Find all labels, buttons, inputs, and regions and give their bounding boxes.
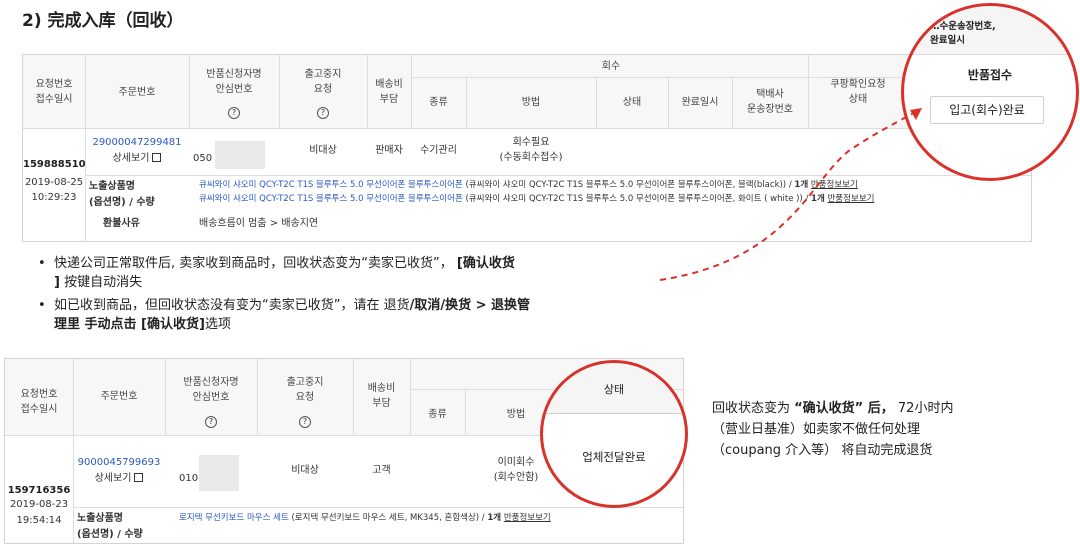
header-shipping-fee: 배송비 부담	[375, 79, 403, 105]
bullet-dot: •	[38, 298, 46, 313]
masked-phone	[215, 141, 265, 169]
request-date: 2019-08-23	[9, 499, 69, 510]
dashed-arrow	[659, 108, 922, 281]
bullet-dot: •	[38, 256, 46, 271]
header-stop-request: 출고중지 요청	[304, 69, 342, 95]
receive-complete-button[interactable]: 입고(회수)완료	[930, 96, 1044, 124]
zoom-header: …수운송장번호, 완료일시	[930, 21, 996, 46]
bullet-item-2: 如已收到商品，但回收状态没有变为“卖家已收货”，请在 退货/取消/换货 > 退换…	[54, 298, 531, 332]
recovery-type: 수기관리	[420, 145, 457, 156]
request-time: 10:29:23	[31, 192, 77, 203]
product-name-link[interactable]: 큐씨와이 샤오미 QCY-T2C T1S 블루투스 5.0 무선이어폰 블루투스…	[199, 180, 463, 190]
header-order-no: 주문번호	[100, 391, 138, 402]
header-order-no: 주문번호	[118, 87, 156, 98]
shipping-payer: 고객	[372, 465, 391, 476]
page-title: 2) 完成入库（回收）	[22, 11, 184, 31]
masked-phone	[199, 455, 239, 491]
refund-reason-label: 환불사유	[103, 218, 140, 229]
product-row: 로지텍 무선키보드 마우스 세트 (로지텍 무선키보드 마우스 세트, MK34…	[179, 513, 551, 523]
header-status: 상태	[603, 383, 625, 396]
product-label: 노출상품명 (옵션명) / 수량	[89, 181, 155, 208]
stop-value: 비대상	[291, 465, 319, 476]
help-icon[interactable]: ?	[317, 100, 329, 119]
request-time: 19:54:14	[16, 515, 62, 526]
order-number-link[interactable]: 29000047299481	[85, 135, 189, 150]
external-link-icon	[152, 153, 162, 162]
help-icon[interactable]: ?	[299, 409, 311, 428]
status-value: 업체전달완료	[582, 450, 646, 464]
header-applicant: 반품신청자명 안심번호	[206, 69, 262, 95]
help-icon[interactable]: ?	[205, 409, 217, 428]
header-applicant: 반품신청자명 안심번호	[183, 377, 239, 403]
header-type: 종류	[428, 409, 447, 420]
header-method: 방법	[521, 97, 541, 108]
help-icon[interactable]: ?	[228, 100, 240, 119]
stop-value: 비대상	[309, 145, 337, 156]
recovery-method: 회수필요 (수동회수접수)	[499, 137, 563, 163]
request-no: 159888510	[23, 159, 86, 170]
header-request-no: 요청번호 접수일시	[35, 79, 73, 105]
product-label: 노출상품명 (옵션명) / 수량	[77, 513, 143, 540]
header-stop-request: 출고중지 요청	[286, 377, 324, 403]
auto-complete-note: 回收状态变为 “确认收货” 后， 72小时内 （营业日基准）如卖家不做任何处理 …	[712, 401, 954, 458]
refund-reason: 배송흐름이 멈춤 > 배송지연	[199, 218, 319, 229]
header-shipping-fee: 배송비 부담	[367, 383, 396, 409]
product-name-link[interactable]: 로지텍 무선키보드 마우스 세트	[179, 513, 289, 523]
product-name-link[interactable]: 큐씨와이 샤오미 QCY-T2C T1S 블루투스 5.0 무선이어폰 블루투스…	[199, 194, 463, 204]
header-request-no: 요청번호 접수일시	[20, 389, 58, 415]
bullet-item-1: 快递公司正常取件后, 卖家收到商品时，回收状态变为“卖家已收货”， [确认收货 …	[54, 256, 515, 290]
detail-link[interactable]: 상세보기	[73, 471, 165, 486]
request-date: 2019-08-25	[24, 177, 84, 188]
status-highlight-circle: 상태 업체전달완료	[540, 360, 688, 508]
request-no: 159716356	[7, 485, 71, 496]
detail-link[interactable]: 상세보기	[85, 151, 189, 166]
external-link-icon	[134, 473, 144, 482]
return-info-link[interactable]: 반품정보보기	[504, 513, 551, 523]
shipping-payer: 판매자	[375, 145, 403, 156]
header-type: 종류	[429, 97, 448, 108]
order-number-link[interactable]: 9000045799693	[73, 455, 165, 470]
